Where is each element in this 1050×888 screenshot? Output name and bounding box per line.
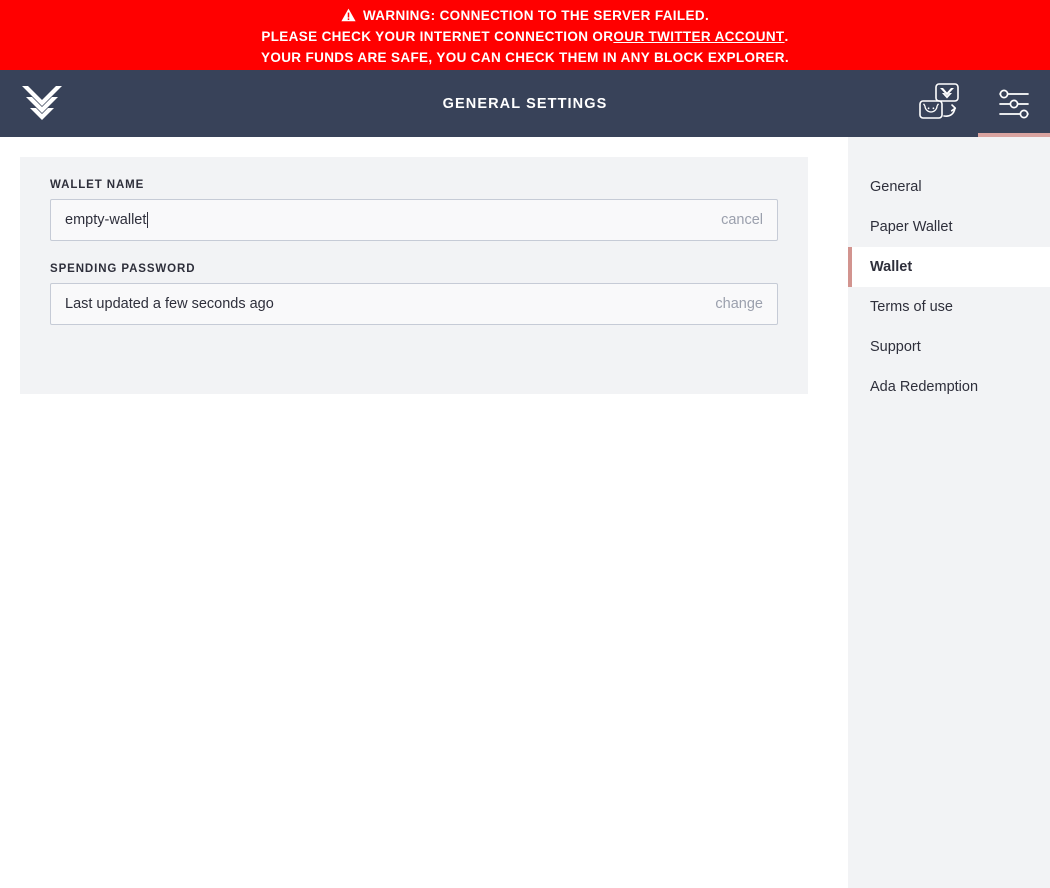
wallet-name-input[interactable]: empty-wallet	[65, 212, 721, 228]
settings-sliders-icon[interactable]	[978, 70, 1050, 140]
spending-password-label: SPENDING PASSWORD	[50, 263, 196, 275]
settings-pane: WALLET NAME empty-wallet cancel SPENDING…	[0, 137, 808, 888]
spending-password-status: Last updated a few seconds ago	[65, 296, 274, 312]
warning-line-3-text: YOUR FUNDS ARE SAFE, YOU CAN CHECK THEM …	[261, 49, 789, 65]
warning-line-1-text: WARNING: CONNECTION TO THE SERVER FAILED…	[362, 7, 710, 23]
top-bar-actions	[906, 70, 1050, 140]
wallet-settings-card: WALLET NAME empty-wallet cancel SPENDING…	[20, 157, 808, 394]
wallet-name-cancel-button[interactable]: cancel	[721, 212, 763, 228]
menu-item-ada-redemption[interactable]: Ada Redemption	[848, 367, 1050, 407]
server-connection-warning-banner: WARNING: CONNECTION TO THE SERVER FAILED…	[0, 0, 1050, 70]
page-title: GENERAL SETTINGS	[442, 95, 608, 112]
text-cursor	[147, 212, 149, 228]
warning-line-2-suffix: .	[784, 28, 789, 44]
menu-item-support[interactable]: Support	[848, 327, 1050, 367]
wallet-switch-icon[interactable]	[906, 70, 978, 137]
wallet-name-label: WALLET NAME	[50, 179, 145, 191]
wallet-name-field-row[interactable]: empty-wallet cancel	[50, 199, 778, 241]
menu-item-general[interactable]: General	[848, 167, 1050, 207]
spending-password-field-row[interactable]: Last updated a few seconds ago change	[50, 283, 778, 325]
app-top-bar: GENERAL SETTINGS	[0, 70, 1050, 140]
settings-menu: General Paper Wallet Wallet Terms of use…	[848, 137, 1050, 888]
spending-password-change-button[interactable]: change	[715, 296, 763, 312]
menu-item-terms-of-use[interactable]: Terms of use	[848, 287, 1050, 327]
warning-line-2-prefix: PLEASE CHECK YOUR INTERNET CONNECTION OR	[261, 28, 614, 44]
menu-item-paper-wallet[interactable]: Paper Wallet	[848, 207, 1050, 247]
warning-line-1: WARNING: CONNECTION TO THE SERVER FAILED…	[341, 5, 709, 26]
menu-item-wallet[interactable]: Wallet	[848, 247, 1050, 287]
daedalus-logo-icon[interactable]	[22, 84, 62, 129]
wallet-name-value: empty-wallet	[65, 212, 147, 228]
page-body: WALLET NAME empty-wallet cancel SPENDING…	[0, 137, 1050, 888]
warning-line-2: PLEASE CHECK YOUR INTERNET CONNECTION OR…	[261, 26, 788, 47]
twitter-account-link[interactable]: OUR TWITTER ACCOUNT	[613, 26, 784, 47]
warning-triangle-icon	[341, 8, 356, 22]
